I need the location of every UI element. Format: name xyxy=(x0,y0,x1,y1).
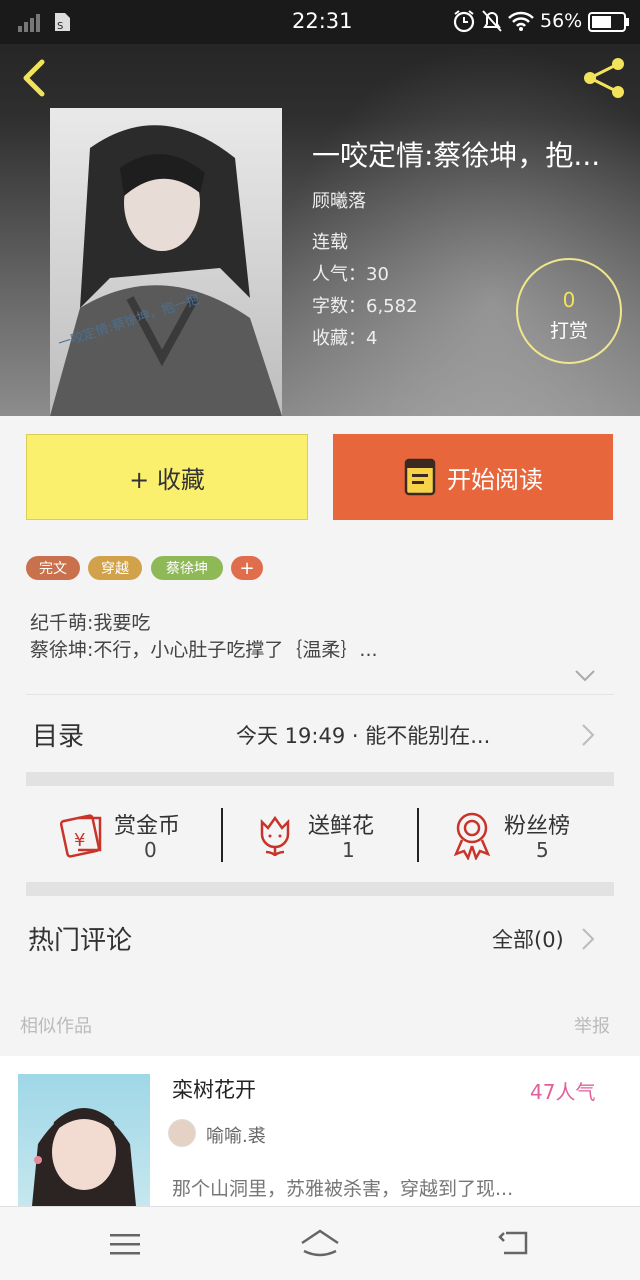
tag-character[interactable]: 蔡徐坤 xyxy=(151,556,223,580)
alarm-icon xyxy=(452,9,476,33)
stat-flowers[interactable]: 送鲜花 1 xyxy=(224,800,418,866)
signal-icon xyxy=(18,13,42,32)
stat-coins-label: 赏金币 xyxy=(114,814,181,839)
expand-chevron-icon[interactable] xyxy=(574,668,596,684)
stat-flowers-label: 送鲜花 xyxy=(308,814,375,839)
share-icon[interactable] xyxy=(580,56,630,100)
tag-time-travel[interactable]: 穿越 xyxy=(88,556,142,580)
all-comments-link[interactable]: 全部(0) xyxy=(492,924,564,954)
avatar xyxy=(168,1119,196,1147)
summary-line-1: 纪千萌:我要吃 xyxy=(30,612,151,634)
cover-portrait-icon: 一咬定情:蔡徐坤，抱一抱 xyxy=(50,125,282,416)
stat-fans-label: 粉丝榜 xyxy=(504,814,571,839)
start-reading-button[interactable]: 开始阅读 xyxy=(333,434,613,520)
red-envelope-icon: ¥ xyxy=(56,812,106,858)
catalog-label[interactable]: 目录 xyxy=(32,716,84,753)
summary-line-2: 蔡徐坤:不行，小心肚子吃撑了｛温柔｝... xyxy=(30,639,378,661)
related-book-popularity: 47人气 xyxy=(530,1080,596,1104)
word-count: 字数：6,582 xyxy=(312,296,418,317)
related-book-author: 喻喻.裘 xyxy=(206,1126,266,1147)
status-bar: S 22:31 56% xyxy=(0,0,640,44)
menu-icon[interactable] xyxy=(108,1231,142,1257)
reward-count: 0 xyxy=(562,288,576,312)
mute-bell-icon xyxy=(481,9,503,33)
latest-chapter[interactable]: 今天 19:49 · 能不能别在... xyxy=(236,720,490,750)
system-nav-bar xyxy=(0,1206,640,1280)
similar-works-label: 相似作品 xyxy=(20,1016,92,1037)
hot-comments-label: 热门评论 xyxy=(28,926,133,956)
back-arrow-icon[interactable] xyxy=(18,58,50,98)
related-book-excerpt: 那个山洞里，苏雅被杀害，穿越到了现... xyxy=(172,1178,514,1200)
battery-percent: 56% xyxy=(540,10,583,32)
related-book-title: 栾树花开 xyxy=(172,1078,256,1102)
book-icon xyxy=(403,457,437,497)
clock-time: 22:31 xyxy=(292,9,353,33)
sim-card-icon: S xyxy=(52,11,72,33)
reward-button[interactable]: 0 打赏 xyxy=(516,258,622,364)
start-reading-label: 开始阅读 xyxy=(447,465,543,494)
favorite-button-label: + 收藏 xyxy=(129,465,205,494)
tag-finished[interactable]: 完文 xyxy=(26,556,80,580)
favorite-button[interactable]: + 收藏 xyxy=(26,434,308,520)
home-icon[interactable] xyxy=(298,1225,342,1261)
stat-fans[interactable]: 粉丝榜 5 xyxy=(420,800,614,866)
popularity-count: 人气：30 xyxy=(312,264,389,285)
author-name[interactable]: 顾曦落 xyxy=(312,187,366,213)
back-nav-icon[interactable] xyxy=(498,1229,532,1259)
add-tag-button[interactable]: + xyxy=(231,556,263,580)
stat-flowers-value: 1 xyxy=(342,838,355,862)
serial-status: 连载 xyxy=(312,232,348,253)
flower-icon xyxy=(254,812,296,858)
stat-coins[interactable]: ¥ 赏金币 0 xyxy=(26,800,222,866)
book-cover[interactable]: 一咬定情:蔡徐坤，抱一抱 xyxy=(50,108,282,416)
battery-icon xyxy=(588,12,630,32)
book-header: 一咬定情:蔡徐坤，抱一抱 一咬定情:蔡徐坤，抱... 顾曦落 连载 人气：30 … xyxy=(0,44,640,416)
stat-fans-value: 5 xyxy=(536,838,549,862)
medal-icon xyxy=(450,810,494,862)
comments-chevron-icon[interactable] xyxy=(580,926,596,952)
favorites-count: 收藏：4 xyxy=(312,328,378,349)
related-book-cover xyxy=(18,1074,150,1206)
report-link[interactable]: 举报 xyxy=(574,1012,610,1038)
wifi-icon xyxy=(507,10,535,32)
svg-text:¥: ¥ xyxy=(74,830,85,851)
catalog-chevron-icon[interactable] xyxy=(580,722,596,748)
related-cover-portrait-icon xyxy=(32,1108,136,1206)
reward-label: 打赏 xyxy=(549,320,588,342)
related-book-card[interactable]: 栾树花开 47人气 喻喻.裘 那个山洞里，苏雅被杀害，穿越到了现... xyxy=(0,1056,640,1206)
svg-text:S: S xyxy=(57,21,63,32)
book-title: 一咬定情:蔡徐坤，抱... xyxy=(312,139,601,172)
stat-coins-value: 0 xyxy=(144,838,157,862)
